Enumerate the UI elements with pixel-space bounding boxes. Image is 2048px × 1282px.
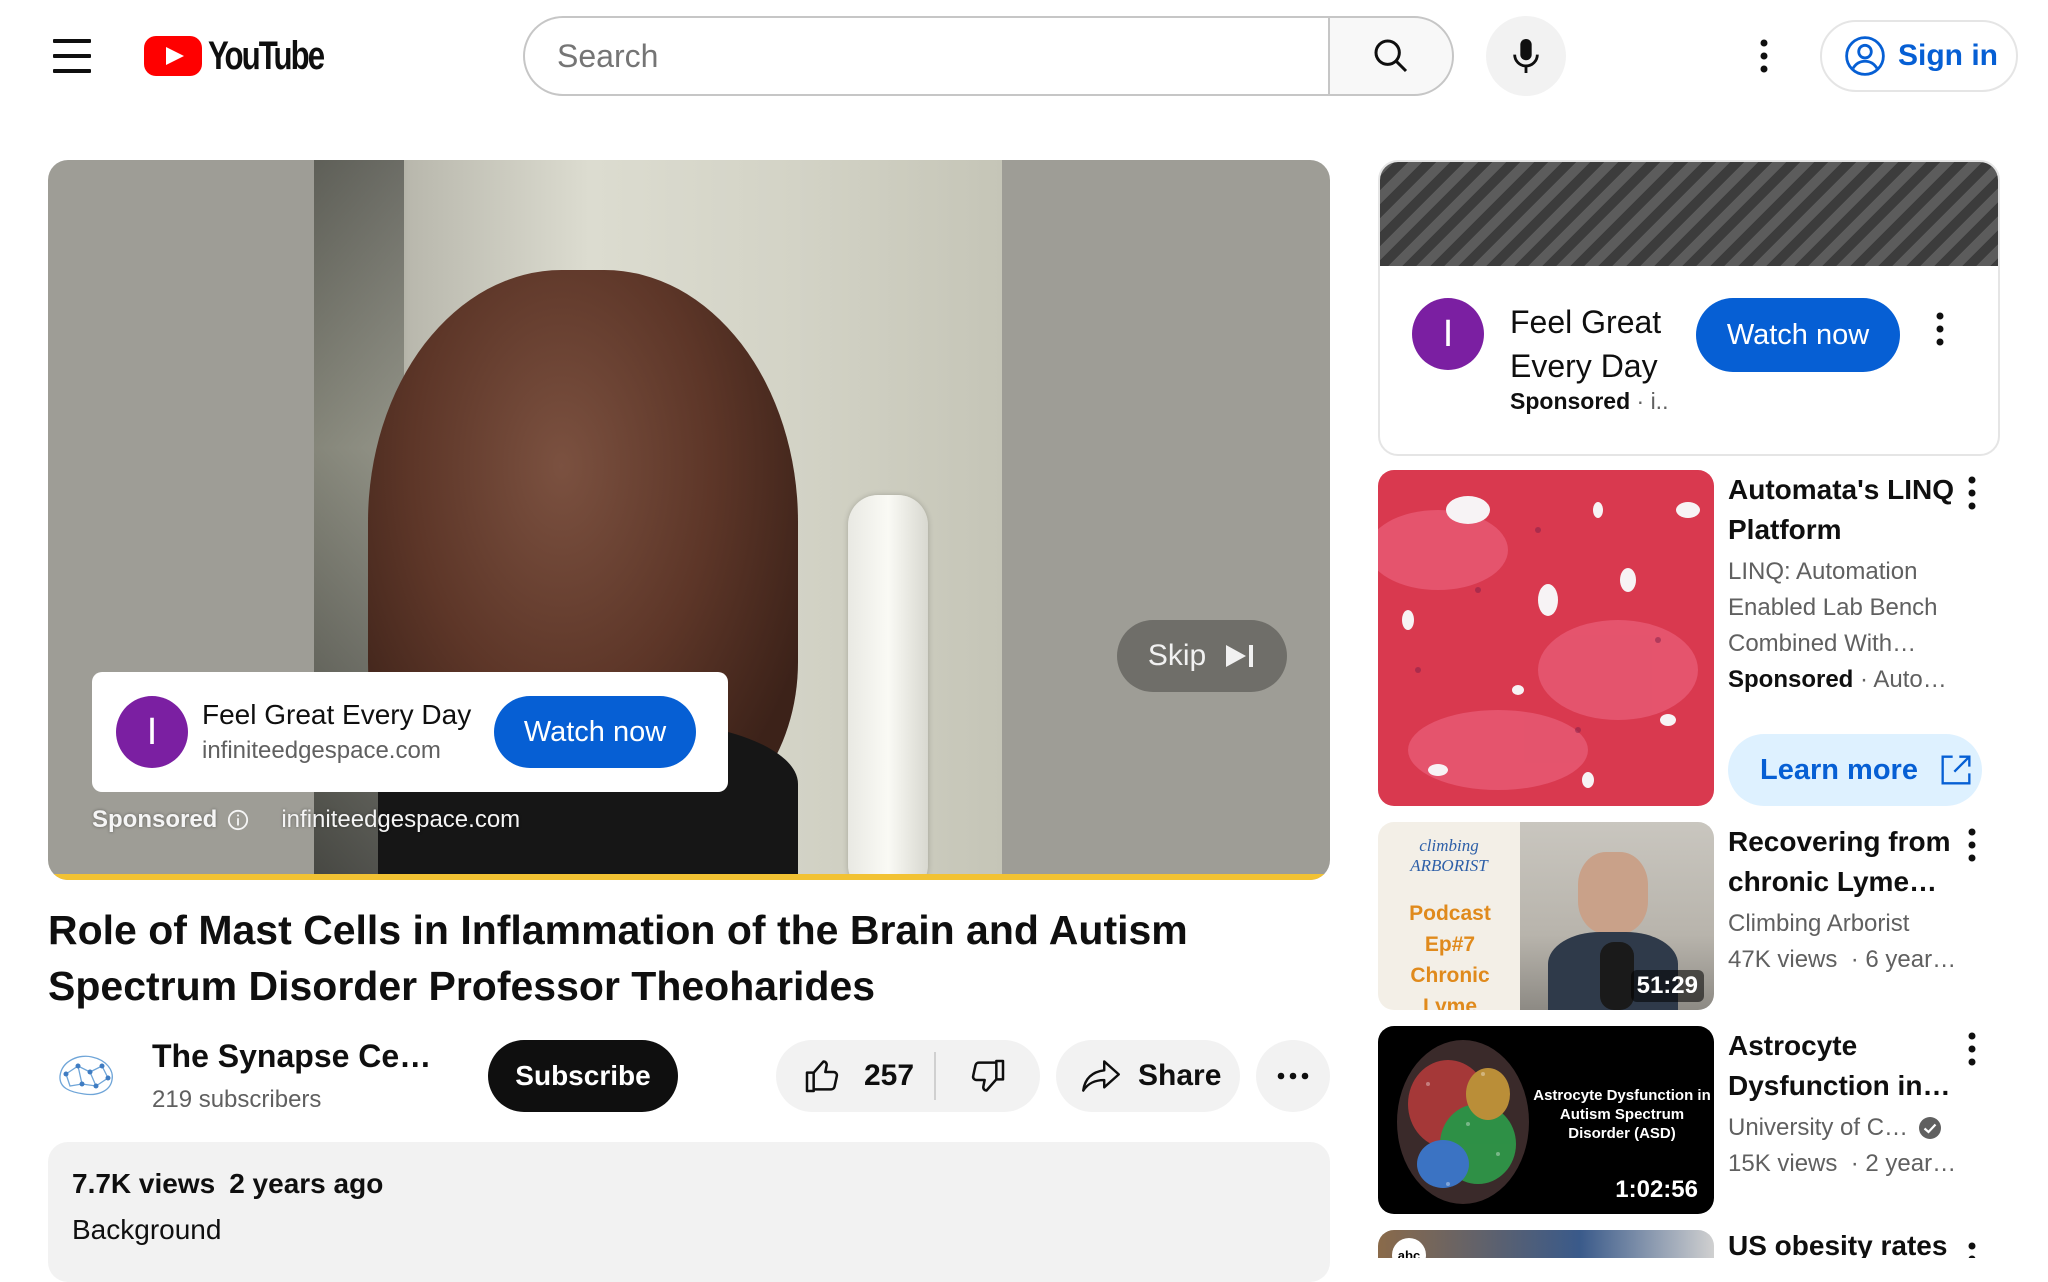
share-label: Share	[1138, 1059, 1222, 1092]
more-vert-icon[interactable]	[1968, 476, 1976, 510]
thumb-text: Astrocyte Dysfunction in Autism Spectrum…	[1533, 1087, 1711, 1142]
sidebar-video-title[interactable]: Automata's LINQ Platform	[1728, 470, 1960, 550]
mic-icon	[1513, 39, 1539, 73]
sponsored-label: Sponsored	[1728, 666, 1854, 693]
ad-progress-bar[interactable]	[48, 874, 1330, 880]
view-count: 7.7K views	[72, 1168, 216, 1199]
sidebar-sponsored-item[interactable]: Automata's LINQ Platform LINQ: Automatio…	[1378, 470, 2000, 810]
youtube-logo-icon	[144, 36, 202, 76]
more-horiz-icon	[1277, 1072, 1309, 1080]
more-vert-icon[interactable]	[1968, 1242, 1976, 1258]
sponsored-label: Sponsored	[92, 806, 218, 833]
sidebar-video-title[interactable]: Recovering from chronic Lyme…	[1728, 822, 1960, 902]
youtube-logo[interactable]: YouTube	[144, 34, 356, 78]
like-dislike-group: 257	[776, 1040, 1040, 1112]
sidebar-ad-description: LINQ: Automation Enabled Lab Bench Combi…	[1728, 558, 1938, 657]
sidebar-video-item[interactable]: Astrocyte Dysfunction in Autism Spectrum…	[1378, 1026, 2000, 1216]
video-thumbnail[interactable]: Astrocyte Dysfunction in Autism Spectrum…	[1378, 1026, 1714, 1214]
sidebar-ad-title[interactable]: Feel Great Every Day	[1510, 300, 1690, 388]
thumb-badge: abc	[1392, 1238, 1426, 1258]
more-vert-icon	[1760, 39, 1768, 73]
sidebar-ad-card[interactable]: I Feel Great Every Day Sponsored · i.. W…	[1378, 160, 2000, 456]
channel-avatar[interactable]	[52, 1040, 122, 1110]
logo-wordmark: YouTube	[208, 33, 325, 78]
more-vert-icon[interactable]	[1968, 828, 1976, 862]
search-button[interactable]	[1328, 16, 1454, 96]
verified-icon	[1919, 1117, 1942, 1139]
description-text: Background	[72, 1214, 222, 1245]
dislike-button[interactable]	[936, 1040, 1040, 1112]
sign-in-button[interactable]: Sign in	[1820, 20, 2018, 92]
sidebar-video-item[interactable]: abc US obesity rates	[1378, 1230, 2000, 1258]
upload-age: 6 year…	[1865, 946, 1957, 973]
share-button[interactable]: Share	[1056, 1040, 1240, 1112]
view-count: 47K views	[1728, 946, 1838, 973]
menu-icon[interactable]	[36, 24, 108, 88]
video-duration: 1:02:56	[1615, 1176, 1698, 1203]
sponsored-label: Sponsored	[1510, 388, 1631, 414]
settings-more-button[interactable]	[1736, 28, 1792, 84]
info-icon[interactable]	[227, 809, 249, 831]
subscriber-count: 219 subscribers	[152, 1086, 322, 1113]
advertiser-avatar: I	[116, 696, 188, 768]
advertiser-avatar: I	[1412, 298, 1484, 370]
thumb-text: Podcast Ep#7 Chronic Lyme disease	[1409, 902, 1491, 1010]
upload-age: 2 year…	[1865, 1150, 1957, 1177]
subscribe-button[interactable]: Subscribe	[488, 1040, 678, 1112]
video-frame-device	[848, 495, 928, 880]
more-vert-icon[interactable]	[1936, 312, 1944, 346]
search-input[interactable]	[557, 37, 1328, 75]
thumb-brand: climbing ARBORIST	[1410, 836, 1488, 875]
sidebar-channel-name[interactable]: Climbing Arborist	[1728, 910, 1909, 938]
channel-name[interactable]: The Synapse Cent…	[152, 1038, 442, 1075]
ad-domain: infiniteedgespace.com	[202, 737, 441, 764]
video-title: Role of Mast Cells in Inflammation of th…	[48, 907, 1188, 1009]
video-duration: 51:29	[1630, 970, 1704, 1002]
skip-label: Skip	[1147, 639, 1207, 672]
sidebar-channel-name[interactable]: University of C…	[1728, 1114, 1908, 1142]
sidebar-channel-line[interactable]: University of C…	[1728, 1114, 1942, 1142]
skip-icon	[1226, 645, 1254, 667]
video-meta: 7.7K views 2 years ago	[72, 1168, 1306, 1200]
video-thumbnail[interactable]	[1378, 470, 1714, 806]
like-button[interactable]: 257	[776, 1052, 936, 1100]
sidebar-video-meta: 47K views · 6 year…	[1728, 946, 1957, 973]
view-count: 15K views	[1728, 1150, 1838, 1177]
sidebar-video-title[interactable]: US obesity rates	[1728, 1230, 1960, 1258]
learn-more-button[interactable]: Learn more	[1728, 734, 1982, 806]
ad-overlay-card[interactable]: I Feel Great Every Day infiniteedgespace…	[92, 672, 728, 792]
advertiser-name: · Auto…	[1853, 666, 1947, 693]
sidebar-sponsored-line: Sponsored · Auto…	[1728, 666, 1947, 694]
sponsored-line: Sponsored infiniteedgespace.com	[92, 806, 520, 834]
skip-ad-button[interactable]: Skip	[1117, 620, 1287, 692]
upload-age: 2 years ago	[229, 1168, 384, 1199]
learn-more-label: Learn more	[1760, 753, 1918, 786]
description-box[interactable]: 7.7K views 2 years ago Background	[48, 1142, 1330, 1282]
sponsored-domain-link[interactable]: infiniteedgespace.com	[281, 806, 520, 834]
external-link-icon	[1941, 755, 1971, 785]
like-icon	[805, 1060, 839, 1093]
ad-watch-now-button[interactable]: Watch now	[494, 696, 696, 768]
sign-in-label: Sign in	[1898, 39, 1998, 72]
sidebar-video-item[interactable]: climbing ARBORIST Podcast Ep#7 Chronic L…	[1378, 822, 2000, 1012]
search-box[interactable]	[523, 16, 1328, 96]
sidebar-watch-now-button[interactable]: Watch now	[1696, 298, 1900, 372]
share-icon	[1082, 1060, 1120, 1092]
like-count: 257	[864, 1059, 915, 1092]
voice-search-button[interactable]	[1486, 16, 1566, 96]
sidebar-video-meta: 15K views · 2 year…	[1728, 1150, 1957, 1177]
sidebar-ad-sponsored: Sponsored · i..	[1510, 388, 1668, 415]
more-actions-button[interactable]	[1256, 1040, 1330, 1112]
video-thumbnail[interactable]: climbing ARBORIST Podcast Ep#7 Chronic L…	[1378, 822, 1714, 1010]
sidebar-video-title[interactable]: Astrocyte Dysfunction in…	[1728, 1026, 1960, 1106]
dislike-icon	[971, 1059, 1005, 1092]
ad-banner-image	[1380, 162, 1998, 266]
search-icon	[1374, 39, 1408, 73]
account-icon	[1845, 36, 1885, 76]
ad-title: Feel Great Every Day	[202, 699, 472, 730]
sponsored-domain: · i..	[1630, 388, 1669, 414]
video-thumbnail[interactable]: abc	[1378, 1230, 1714, 1258]
more-vert-icon[interactable]	[1968, 1032, 1976, 1066]
